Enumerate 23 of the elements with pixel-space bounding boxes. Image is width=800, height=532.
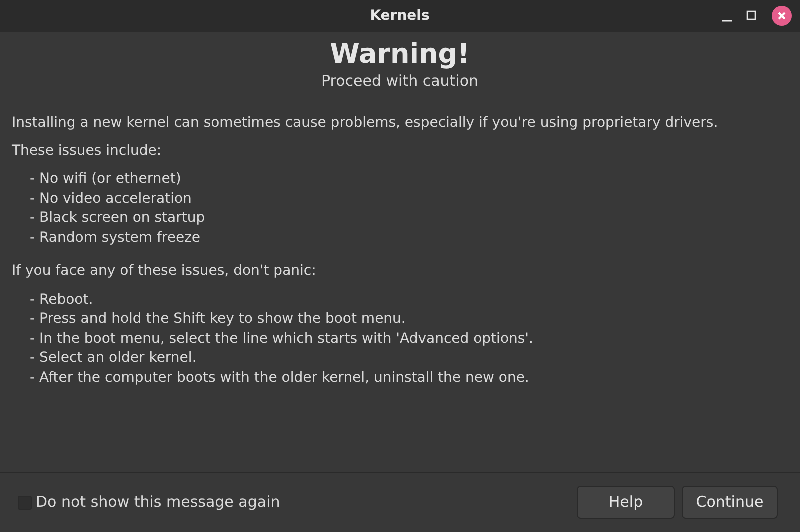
issues-heading: These issues include: [12,142,163,161]
continue-button[interactable]: Continue [682,486,778,519]
checkbox-label[interactable]: Do not show this message again [36,492,280,512]
list-item: - Black screen on startup [30,209,206,228]
steps-heading: If you face any of these issues, don't panic: [12,262,318,282]
maximize-button[interactable] [746,10,758,22]
list-item: - Press and hold the Shift key to show the boot menu. [30,310,407,330]
window-title: Kernels [370,6,430,26]
list-item: - In the boot menu, select the line which starts with 'Advanced options'. [30,330,534,349]
warning-heading: Warning! [329,40,471,70]
close-icon [777,11,787,21]
minimize-icon [722,20,732,22]
list-item: - Random system freeze [30,228,202,248]
list-item: - After the computer boots with the older kernel, uninstall the new one. [30,368,530,388]
help-button[interactable]: Help [577,486,675,519]
list-item: - Reboot. [30,290,94,310]
list-item: - No video acceleration [30,190,193,209]
warning-subheading: Proceed with caution [320,70,480,92]
intro-text: Installing a new kernel can sometimes cause problems, especially if you're using proprietary drivers. [12,114,720,134]
close-button[interactable] [772,6,792,26]
list-item: - No wifi (or ethernet) [30,170,182,190]
list-item: - Select an older kernel. [30,349,198,368]
maximize-icon [746,10,758,22]
